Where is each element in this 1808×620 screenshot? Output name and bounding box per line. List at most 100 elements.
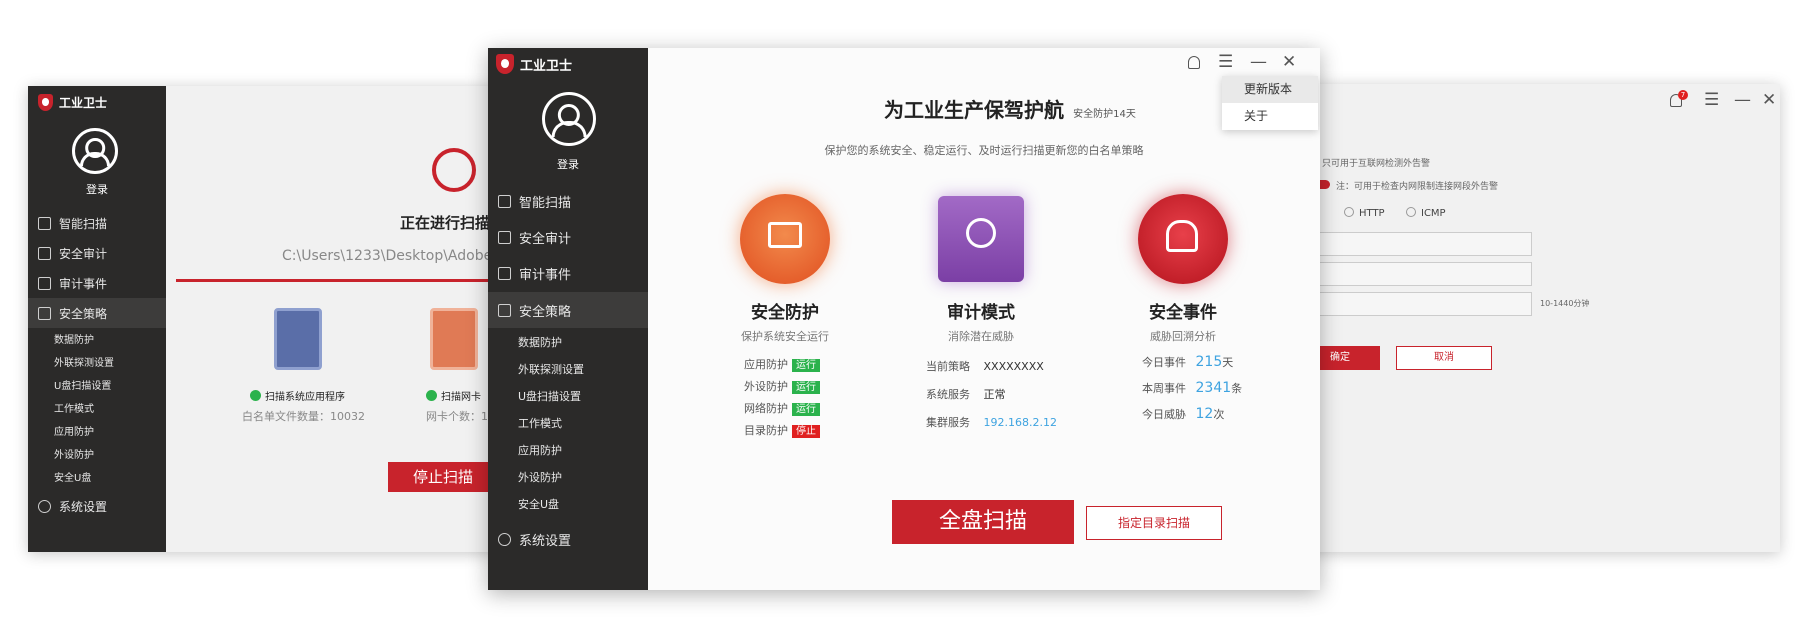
close-icon[interactable]: ✕: [1282, 54, 1296, 71]
policy-icon: [498, 303, 511, 317]
card2-label: 扫描网卡: [426, 388, 481, 403]
protect-days: 安全防护14天: [1073, 109, 1136, 120]
login-link[interactable]: 登录: [488, 156, 648, 172]
subnav-data[interactable]: 数据防护: [518, 334, 562, 350]
app-name: 工业卫士: [59, 96, 108, 110]
center-sidebar: 工业卫士 登录 智能扫描 安全审计 审计事件 安全策略 数据防护 外联探测设置 …: [488, 48, 648, 590]
protect-row: 网络防护 运行: [744, 400, 820, 416]
user-avatar-icon[interactable]: [542, 92, 596, 146]
subnav-app[interactable]: 应用防护: [518, 442, 562, 458]
login-link[interactable]: 登录: [28, 181, 166, 197]
protect-row: 目录防护 停止: [744, 422, 820, 438]
subnav-mode[interactable]: 工作模式: [54, 400, 94, 415]
menu-icon[interactable]: ☰: [1218, 54, 1233, 71]
sidebar-item-policy[interactable]: 安全策略: [28, 298, 166, 328]
status-badge: 运行: [792, 403, 820, 416]
card1-label: 扫描系统应用程序: [250, 388, 345, 403]
radio-http[interactable]: HTTP: [1344, 207, 1385, 219]
subnav-data[interactable]: 数据防护: [54, 331, 94, 346]
cancel-button[interactable]: 取消: [1396, 346, 1492, 370]
center-window: 工业卫士 登录 智能扫描 安全审计 审计事件 安全策略 数据防护 外联探测设置 …: [488, 48, 1320, 590]
subnav-secure-usb[interactable]: 安全U盘: [518, 496, 559, 512]
card1-stat: 白名单文件数量：10032: [242, 410, 365, 423]
notification-bell-icon[interactable]: [1188, 56, 1200, 69]
sidebar-item-settings[interactable]: 系统设置: [488, 522, 648, 556]
stop-scan-button[interactable]: 停止扫描: [388, 462, 498, 492]
protect-row: 应用防护 运行: [744, 356, 820, 372]
right-window: 7 ☰ — ✕ 只可用于互联网检测外告警 注：可用于检查内网限制连接网段外告警 …: [1300, 84, 1780, 552]
tagline: 保护您的系统安全、稳定运行、及时运行扫描更新您的白名单策略: [824, 144, 1144, 157]
full-scan-button[interactable]: 全盘扫描: [892, 500, 1074, 544]
scan-progress: [176, 279, 498, 282]
check-icon: [426, 390, 437, 401]
sidebar-item-events[interactable]: 审计事件: [488, 256, 648, 290]
event-icon: [38, 276, 51, 290]
event-icon: [498, 266, 511, 280]
input-field-1[interactable]: [1300, 232, 1532, 256]
event-row: 今日事件 215天: [1142, 354, 1234, 370]
main-menu-dropdown: 更新版本 关于: [1222, 76, 1318, 130]
headline-row: 为工业生产保驾护航 安全防护14天: [884, 94, 1136, 123]
user-avatar-icon[interactable]: [72, 128, 118, 174]
subnav-mode[interactable]: 工作模式: [518, 415, 562, 431]
notification-badge: 7: [1678, 90, 1688, 100]
sidebar-item-audit[interactable]: 安全审计: [488, 220, 648, 254]
status-badge: 运行: [792, 381, 820, 394]
audit-icon: [38, 246, 51, 260]
policy-icon: [38, 306, 51, 320]
feature-protect-title: 安全防护: [751, 303, 819, 323]
shield-logo-icon: [38, 94, 53, 111]
sidebar-item-settings[interactable]: 系统设置: [28, 491, 166, 521]
sidebar-item-events[interactable]: 审计事件: [28, 268, 166, 298]
directory-scan-button[interactable]: 指定目录扫描: [1086, 506, 1222, 540]
input-field-3[interactable]: [1300, 292, 1532, 316]
feature-event-title: 安全事件: [1149, 303, 1217, 323]
minimize-icon[interactable]: —: [1250, 54, 1267, 71]
radio-icmp[interactable]: ICMP: [1406, 207, 1446, 219]
sidebar-item-audit[interactable]: 安全审计: [28, 238, 166, 268]
input-field-2[interactable]: [1300, 262, 1532, 286]
close-icon[interactable]: ✕: [1762, 92, 1776, 109]
subnav-usb-scan[interactable]: U盘扫描设置: [54, 377, 111, 392]
subnav-outbound[interactable]: 外联探测设置: [518, 361, 584, 377]
subnav-peripheral[interactable]: 外设防护: [518, 469, 562, 485]
shield-logo-icon: [496, 54, 514, 74]
minimize-icon[interactable]: —: [1734, 92, 1751, 109]
app-name: 工业卫士: [520, 58, 573, 74]
scan-icon: [38, 216, 51, 230]
note-intranet: 注：可用于检查内网限制连接网段外告警: [1336, 182, 1499, 192]
sidebar-item-policy[interactable]: 安全策略: [488, 292, 648, 328]
menu-item-update[interactable]: 更新版本: [1222, 76, 1318, 103]
magnifier-icon: [432, 148, 476, 192]
status-badge: 运行: [792, 359, 820, 372]
settings-icon: [498, 532, 511, 546]
menu-item-about[interactable]: 关于: [1222, 103, 1318, 130]
feature-event-sub: 威胁回溯分析: [1150, 330, 1216, 343]
protect-row: 外设防护 运行: [744, 378, 820, 394]
event-row: 今日威胁 12次: [1142, 406, 1225, 422]
note-internet: 只可用于互联网检测外告警: [1322, 159, 1431, 169]
menu-icon[interactable]: ☰: [1704, 92, 1719, 109]
subnav-outbound[interactable]: 外联探测设置: [54, 354, 114, 369]
feature-audit-sub: 消除潜在威胁: [948, 330, 1014, 343]
subnav-peripheral[interactable]: 外设防护: [54, 446, 94, 461]
lightbulb-icon: [966, 218, 996, 248]
range-hint: 10-1440分钟: [1540, 299, 1590, 308]
subnav-usb-scan[interactable]: U盘扫描设置: [518, 388, 581, 404]
audit-row: 系统服务 正常: [926, 388, 1006, 401]
feature-protect-sub: 保护系统安全运行: [741, 330, 829, 343]
scan-icon: [498, 194, 511, 208]
monitor-icon: [768, 222, 802, 248]
scan-title: 正在进行扫描U: [400, 214, 498, 232]
subnav-app[interactable]: 应用防护: [54, 423, 94, 438]
bell-shield-icon: [1166, 220, 1198, 252]
sidebar-item-scan[interactable]: 智能扫描: [488, 184, 648, 218]
left-window: 工业卫士 登录 智能扫描 安全审计 审计事件 安全策略 数据防护 外联探测设置 …: [28, 86, 498, 552]
left-sidebar: 工业卫士 登录 智能扫描 安全审计 审计事件 安全策略 数据防护 外联探测设置 …: [28, 86, 166, 552]
app-cube-icon: [274, 308, 322, 370]
network-card-icon: [430, 308, 478, 370]
subnav-secure-usb[interactable]: 安全U盘: [54, 469, 91, 484]
sidebar-item-scan[interactable]: 智能扫描: [28, 208, 166, 238]
scan-path: C:\Users\1233\Desktop\Adobe P: [282, 248, 498, 264]
audit-row: 当前策略 XXXXXXXX: [926, 360, 1044, 373]
